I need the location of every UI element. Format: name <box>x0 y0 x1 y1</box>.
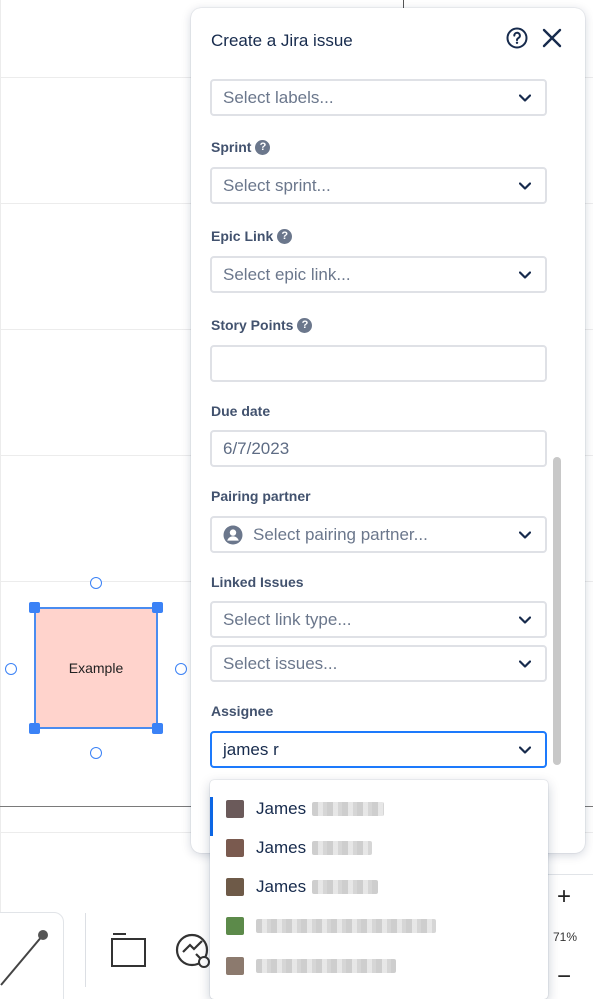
scrollbar-thumb[interactable] <box>553 457 561 765</box>
shape-label: Example <box>68 660 124 676</box>
chevron-down-icon <box>519 530 531 539</box>
pairing-partner-select[interactable]: Select pairing partner... <box>210 516 547 553</box>
avatar <box>226 956 244 975</box>
resize-handle[interactable] <box>152 723 163 734</box>
chevron-down-icon <box>519 745 531 754</box>
assignee-option[interactable] <box>210 946 548 985</box>
pairing-partner-placeholder: Select pairing partner... <box>253 524 428 544</box>
connector-line <box>403 0 404 8</box>
assignee-dropdown: James James James <box>210 780 548 999</box>
option-name: James <box>256 876 307 896</box>
question-circle-icon[interactable] <box>506 27 528 49</box>
toolbar-divider <box>85 913 86 987</box>
close-icon[interactable] <box>541 27 563 49</box>
resize-handle[interactable] <box>29 602 40 613</box>
pairing-partner-label: Pairing partner <box>211 488 311 504</box>
option-name: James <box>256 798 307 818</box>
connection-handle[interactable] <box>90 747 102 759</box>
chevron-down-icon <box>519 270 531 279</box>
option-name: James <box>256 837 307 857</box>
connection-handle[interactable] <box>175 663 187 675</box>
connection-handle[interactable] <box>90 577 102 589</box>
help-icon[interactable]: ? <box>255 139 271 155</box>
epic-link-label: Epic Link ? <box>211 228 293 244</box>
story-points-label: Story Points ? <box>211 317 313 333</box>
avatar <box>226 916 244 935</box>
due-date-label: Due date <box>211 403 270 419</box>
help-icon[interactable]: ? <box>297 317 313 333</box>
person-icon <box>223 525 243 544</box>
line-tool-panel[interactable] <box>0 912 64 999</box>
chevron-down-icon <box>519 659 531 668</box>
assignee-option[interactable]: James <box>210 789 548 836</box>
assignee-option[interactable]: James <box>210 828 548 867</box>
line-tool-icon[interactable] <box>0 927 54 987</box>
due-date-input[interactable]: 6/7/2023 <box>210 430 547 467</box>
epic-link-label-text: Epic Link <box>211 228 274 244</box>
sprint-label-text: Sprint <box>211 139 252 155</box>
redacted-text <box>256 958 396 973</box>
sprint-select[interactable]: Select sprint... <box>210 167 547 204</box>
sprint-placeholder: Select sprint... <box>223 175 331 195</box>
redacted-text <box>312 801 385 816</box>
linked-issues-label-text: Linked Issues <box>211 574 304 590</box>
assignee-option[interactable]: James <box>210 867 548 906</box>
resize-handle[interactable] <box>152 602 163 613</box>
epic-link-placeholder: Select epic link... <box>223 264 351 284</box>
linked-issues-label: Linked Issues <box>211 574 304 590</box>
issues-placeholder: Select issues... <box>223 653 338 673</box>
assignee-label: Assignee <box>211 703 273 719</box>
due-date-label-text: Due date <box>211 403 271 419</box>
pairing-partner-label-text: Pairing partner <box>211 488 311 504</box>
help-icon[interactable]: ? <box>277 228 293 244</box>
labels-select[interactable]: Select labels... <box>210 79 547 116</box>
avatar <box>226 877 244 896</box>
redacted-text <box>312 879 379 894</box>
assignee-label-text: Assignee <box>211 703 274 719</box>
chevron-down-icon <box>519 93 531 102</box>
link-type-placeholder: Select link type... <box>223 609 352 629</box>
frame-tool-icon[interactable] <box>110 932 148 968</box>
story-points-input[interactable] <box>210 345 547 382</box>
avatar <box>226 799 244 818</box>
assignee-input[interactable]: james r <box>210 731 547 768</box>
avatar <box>226 838 244 857</box>
grid-line <box>0 0 1 999</box>
due-date-value: 6/7/2023 <box>223 438 290 458</box>
connection-handle[interactable] <box>5 663 17 675</box>
chevron-down-icon <box>519 181 531 190</box>
assignee-option[interactable] <box>210 906 548 945</box>
resize-handle[interactable] <box>29 723 40 734</box>
labels-placeholder: Select labels... <box>223 87 334 107</box>
redacted-text <box>256 918 436 933</box>
story-points-label-text: Story Points <box>211 317 294 333</box>
issues-select[interactable]: Select issues... <box>210 645 547 682</box>
sprint-label: Sprint ? <box>211 139 271 155</box>
panel-title: Create a Jira issue <box>211 31 353 50</box>
smart-layout-icon[interactable] <box>174 932 214 970</box>
link-type-select[interactable]: Select link type... <box>210 601 547 638</box>
assignee-value: james r <box>223 739 279 759</box>
epic-link-select[interactable]: Select epic link... <box>210 256 547 293</box>
redacted-text <box>312 840 373 855</box>
example-shape[interactable]: Example <box>34 607 158 729</box>
chevron-down-icon <box>519 615 531 624</box>
